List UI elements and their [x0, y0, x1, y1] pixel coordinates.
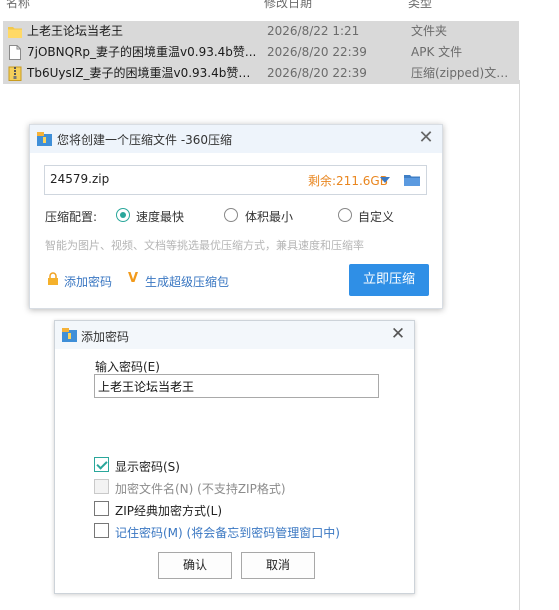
file-icon — [9, 45, 21, 60]
app-360zip-icon — [37, 132, 52, 146]
add-password-dialog: 添加密码 ✕ 输入密码(E) 上老王论坛当老王 显示密码(S) 加密文件名(N)… — [54, 320, 415, 594]
radio-fastest[interactable] — [116, 208, 130, 222]
remember-password-checkbox[interactable] — [94, 523, 109, 538]
column-header: 名称 修改日期 类型 — [0, 0, 559, 10]
remember-password-label[interactable]: 记住密码(M) (将会备忘到密码管理窗口中) — [115, 524, 340, 541]
zip-classic-encryption-label[interactable]: ZIP经典加密方式(L) — [115, 502, 222, 519]
compress-now-button[interactable]: 立即压缩 — [349, 264, 429, 296]
close-icon[interactable]: ✕ — [387, 324, 409, 346]
compress-dialog: 您将创建一个压缩文件 -360压缩 ✕ 24579.zip 剩余:211.6GB… — [29, 124, 443, 309]
radio-smallest[interactable] — [224, 208, 238, 222]
radio-fastest-label[interactable]: 速度最快 — [136, 208, 184, 225]
zip-file-icon — [8, 66, 22, 81]
add-password-link[interactable]: 添加密码 — [64, 273, 112, 290]
archive-filename: 24579.zip — [50, 172, 110, 186]
encrypt-filename-label: 加密文件名(N) (不支持ZIP格式) — [115, 482, 286, 496]
super-package-link[interactable]: 生成超级压缩包 — [145, 273, 229, 290]
ok-button[interactable]: 确认 — [158, 552, 232, 579]
password-input[interactable]: 上老王论坛当老王 — [94, 374, 379, 398]
column-date-header[interactable]: 修改日期 — [264, 0, 312, 11]
zip-classic-encryption-checkbox[interactable] — [94, 501, 109, 516]
encrypt-filename-checkbox — [94, 479, 109, 494]
radio-custom-label[interactable]: 自定义 — [358, 208, 394, 225]
file-row-apk[interactable]: 7jOBNQRp_妻子的困境重温v0.93.4b赞... 2026/8/20 2… — [3, 42, 519, 63]
column-name-header[interactable]: 名称 — [6, 0, 30, 11]
compress-config-label: 压缩配置: — [45, 210, 98, 224]
remaining-space: 剩余:211.6GB — [308, 174, 388, 188]
file-type: 压缩(zipped)文件... — [411, 66, 519, 80]
radio-smallest-label[interactable]: 体积最小 — [245, 208, 293, 225]
radio-custom[interactable] — [338, 208, 352, 222]
password-value: 上老王论坛当老王 — [98, 380, 195, 394]
file-type: 文件夹 — [411, 24, 448, 38]
compress-hint-text: 智能为图片、视频、文档等挑选最优压缩方式，兼具速度和压缩率 — [45, 239, 364, 252]
password-dialog-title: 添加密码 — [81, 330, 130, 344]
vip-icon: V — [128, 271, 139, 286]
file-row-folder[interactable]: 上老王论坛当老王 2026/8/22 1:21 文件夹 — [3, 21, 519, 42]
file-date: 2026/8/20 22:39 — [267, 66, 367, 80]
show-password-checkbox[interactable] — [94, 457, 109, 472]
file-name: 上老王论坛当老王 — [27, 24, 124, 38]
app-360zip-icon — [62, 328, 77, 342]
file-name: Tb6UysIZ_妻子的困境重温v0.93.4b赞助... — [27, 66, 259, 80]
file-date: 2026/8/20 22:39 — [267, 45, 367, 59]
file-date: 2026/8/22 1:21 — [267, 24, 360, 38]
archive-filename-input[interactable]: 24579.zip 剩余:211.6GB — [44, 165, 427, 195]
cancel-button[interactable]: 取消 — [241, 552, 315, 579]
pane-divider — [519, 80, 520, 610]
browse-folder-icon[interactable] — [402, 170, 422, 190]
compress-dialog-title: 您将创建一个压缩文件 -360压缩 — [57, 133, 233, 147]
file-type: APK 文件 — [411, 45, 463, 59]
show-password-label[interactable]: 显示密码(S) — [115, 458, 180, 475]
password-input-label: 输入密码(E) — [95, 360, 160, 374]
password-dialog-titlebar[interactable]: 添加密码 ✕ — [55, 321, 414, 349]
compress-dialog-titlebar[interactable]: 您将创建一个压缩文件 -360压缩 ✕ — [30, 125, 442, 153]
file-row-zip[interactable]: Tb6UysIZ_妻子的困境重温v0.93.4b赞助... 2026/8/20 … — [3, 63, 519, 84]
file-name: 7jOBNQRp_妻子的困境重温v0.93.4b赞... — [27, 45, 257, 59]
folder-icon — [8, 27, 22, 38]
column-type-header[interactable]: 类型 — [408, 0, 432, 11]
close-icon[interactable]: ✕ — [414, 127, 438, 151]
lock-icon — [48, 272, 58, 285]
chevron-down-icon[interactable] — [380, 177, 390, 183]
